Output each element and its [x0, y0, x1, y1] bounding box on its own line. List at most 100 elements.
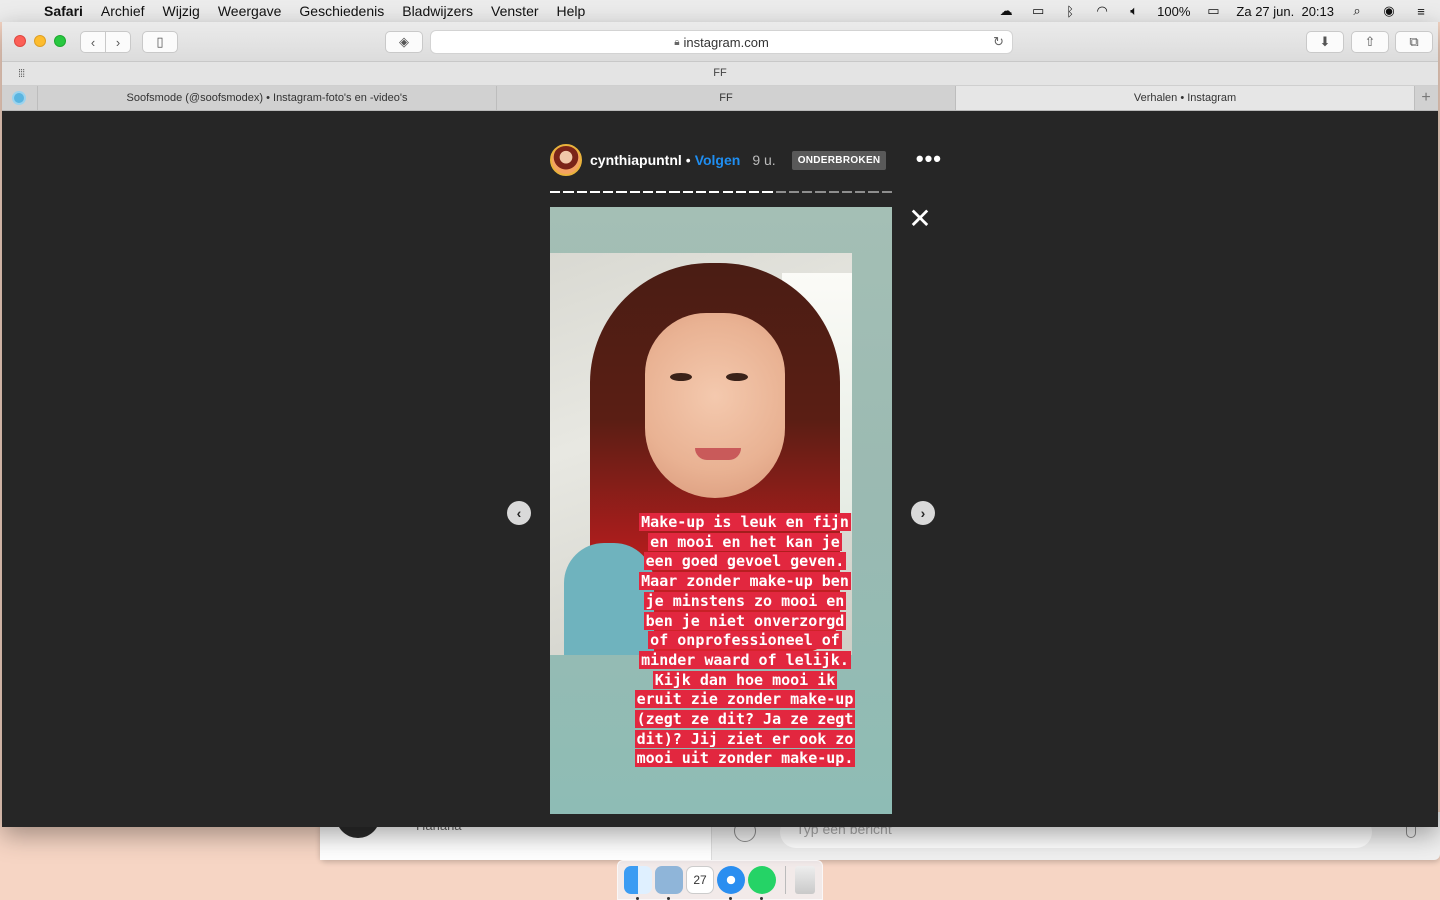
story-caption-line: (zegt ze dit? Ja ze zegt: [634, 710, 856, 729]
avatar[interactable]: [550, 144, 582, 176]
safari-pinned-icon: [12, 91, 26, 105]
preview-icon[interactable]: [655, 866, 683, 900]
progress-segment: [576, 191, 587, 193]
follow-button[interactable]: Volgen: [695, 152, 741, 168]
progress-segment: [868, 191, 879, 193]
battery-percentage: 100%: [1157, 3, 1191, 19]
finder-icon[interactable]: [624, 866, 652, 900]
progress-segment: [735, 191, 747, 193]
address-bar[interactable]: 🔒︎ instagram.com ↻: [430, 30, 1013, 54]
story-caption-line: of onprofessioneel of: [648, 631, 842, 650]
story-header: cynthiapuntnl • Volgen 9 u. ONDERBROKEN …: [550, 143, 942, 177]
story-caption-line: ben je niet onverzorgd: [643, 611, 847, 630]
story-caption-line: mooi uit zonder make-up.: [634, 749, 856, 768]
pinned-tab[interactable]: [2, 86, 38, 110]
progress-segment: [695, 191, 707, 193]
story-media[interactable]: Make-up is leuk en fijn en mooi en het ka…: [550, 207, 892, 814]
notification-center-icon[interactable]: ≡: [1412, 4, 1430, 19]
progress-segment: [775, 191, 786, 193]
menu-help[interactable]: Help: [548, 3, 595, 19]
story-caption-line: Make-up is leuk en fijn: [639, 513, 851, 531]
tab-title: Verhalen • Instagram: [1133, 92, 1237, 104]
story-caption-line: en mooi en het kan je: [648, 532, 842, 551]
progress-segment: [881, 191, 892, 193]
tabs-overview-button[interactable]: ⧉: [1395, 31, 1433, 53]
whatsapp-icon[interactable]: [748, 866, 776, 900]
safari-icon[interactable]: [717, 866, 745, 900]
fullscreen-window-button[interactable]: [54, 35, 66, 47]
progress-segment: [656, 191, 667, 193]
story-caption-line: dit)? Jij ziet er ook zo: [634, 729, 856, 748]
story-caption-line: eruit zie zonder make-up: [634, 690, 856, 709]
progress-segment: [629, 191, 640, 193]
progress-segment: [642, 191, 654, 193]
progress-segment: [815, 191, 826, 193]
tab-verhalen[interactable]: Verhalen • Instagram: [956, 86, 1415, 110]
forward-button[interactable]: ›: [105, 31, 131, 53]
progress-segment: [828, 191, 839, 193]
tab-title: FF: [719, 92, 733, 104]
volume-icon[interactable]: 🔈︎: [1125, 3, 1143, 18]
story-username[interactable]: cynthiapuntnl: [590, 152, 682, 168]
story-caption-line: Kijk dan hoe mooi ik: [652, 670, 838, 689]
favorites-bar: ⁞⁞⁞ FF: [2, 62, 1438, 86]
progress-segment: [616, 191, 627, 193]
story-viewer: cynthiapuntnl • Volgen 9 u. ONDERBROKEN …: [2, 111, 1438, 827]
progress-segment: [550, 191, 561, 193]
reload-icon[interactable]: ↻: [993, 34, 1004, 50]
lock-icon: 🔒︎: [674, 36, 680, 48]
menu-app-name[interactable]: Safari: [44, 3, 92, 19]
minimize-window-button[interactable]: [34, 35, 46, 47]
menu-clock[interactable]: Za 27 jun. 20:13: [1236, 4, 1334, 19]
progress-segment: [841, 191, 853, 193]
calendar-icon[interactable]: 27: [686, 866, 714, 894]
progress-segment: [563, 191, 574, 193]
menu-bladwijzers[interactable]: Bladwijzers: [393, 3, 482, 19]
new-tab-button[interactable]: +: [1415, 86, 1437, 110]
menu-wijzig[interactable]: Wijzig: [154, 3, 209, 19]
favorite-item[interactable]: FF: [2, 67, 1438, 79]
battery-icon[interactable]: ▭: [1204, 3, 1222, 18]
tab-soofsmode[interactable]: Soofsmode (@soofsmodex) • Instagram-foto…: [38, 86, 497, 110]
dock-separator: [785, 866, 786, 894]
menu-bar: Safari Archief Wijzig Weergave Geschiede…: [0, 0, 1440, 22]
back-button[interactable]: ‹: [80, 31, 106, 53]
more-options-icon[interactable]: •••: [916, 148, 942, 170]
tab-bar: Soofsmode (@soofsmodex) • Instagram-foto…: [2, 86, 1438, 111]
menu-archief[interactable]: Archief: [92, 3, 154, 19]
progress-segment: [682, 191, 693, 193]
browser-toolbar: ‹ › ▯ ◈ 🔒︎ instagram.com ↻ ⬇ ⇧ ⧉: [2, 22, 1438, 62]
bluetooth-icon[interactable]: ᛒ: [1061, 4, 1079, 19]
story-caption-line: minder waard of lelijk.: [639, 650, 851, 669]
progress-segment: [762, 191, 773, 193]
display-icon[interactable]: ▭: [1029, 3, 1047, 18]
downloads-button[interactable]: ⬇: [1306, 31, 1344, 53]
tab-ff[interactable]: FF: [497, 86, 956, 110]
progress-segment: [709, 191, 720, 193]
wifi-icon[interactable]: ◠: [1093, 3, 1111, 18]
story-progress-bar: [550, 191, 892, 193]
creative-cloud-icon[interactable]: ☁: [997, 3, 1015, 18]
progress-segment: [669, 191, 680, 193]
story-caption-line: een goed gevoel geven.: [643, 552, 847, 571]
sidebar-toggle-button[interactable]: ▯: [142, 31, 178, 53]
close-icon[interactable]: ✕: [908, 205, 932, 233]
progress-segment: [855, 191, 866, 193]
close-window-button[interactable]: [14, 35, 26, 47]
progress-segment: [802, 191, 813, 193]
trash-icon[interactable]: [795, 866, 815, 894]
story-timestamp: 9 u.: [752, 152, 776, 168]
progress-segment: [603, 191, 614, 193]
safari-window: ‹ › ▯ ◈ 🔒︎ instagram.com ↻ ⬇ ⇧ ⧉ ⁞⁞⁞ FF …: [2, 22, 1438, 827]
siri-icon[interactable]: ◉: [1380, 3, 1398, 18]
chevron-left-icon[interactable]: ‹: [507, 501, 531, 525]
chevron-right-icon[interactable]: ›: [911, 501, 935, 525]
layers-icon[interactable]: ◈: [385, 31, 423, 53]
menu-weergave[interactable]: Weergave: [209, 3, 291, 19]
progress-segment: [749, 191, 760, 193]
menu-geschiedenis[interactable]: Geschiedenis: [290, 3, 393, 19]
menu-venster[interactable]: Venster: [482, 3, 547, 19]
spotlight-search-icon[interactable]: ⌕: [1348, 3, 1366, 18]
progress-segment: [722, 191, 733, 193]
share-button[interactable]: ⇧: [1351, 31, 1389, 53]
